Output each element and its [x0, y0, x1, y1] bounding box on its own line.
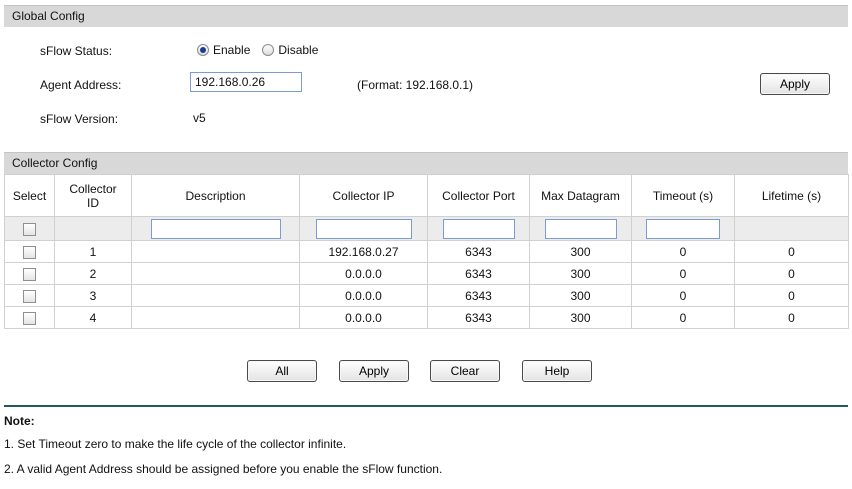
global-config-title: Global Config: [12, 9, 85, 23]
collector-port-cell: 6343: [427, 284, 530, 307]
collector-id-cell: 1: [54, 240, 132, 263]
sflow-status-radio-group: Enable Disable: [197, 43, 318, 57]
select-all-checkbox[interactable]: [23, 222, 36, 236]
sflow-status-label: sFlow Status:: [40, 44, 113, 58]
enable-radio-label[interactable]: Enable: [213, 43, 250, 57]
max-datagram-cell: 300: [529, 306, 632, 329]
help-button[interactable]: Help: [522, 360, 592, 382]
sflow-version-label: sFlow Version:: [40, 112, 119, 126]
lifetime-cell: 0: [734, 306, 849, 329]
column-header-collector-port: Collector Port: [427, 174, 530, 217]
agent-address-format-hint: (Format: 192.168.0.1): [357, 78, 474, 92]
filter-timeout-cell: [631, 216, 735, 241]
timeout-cell: 0: [631, 284, 735, 307]
agent-address-input[interactable]: [190, 72, 302, 92]
max-datagram-cell: 300: [529, 284, 632, 307]
row-select-cell: [4, 240, 55, 263]
filter-collector-port-cell: [427, 216, 530, 241]
max-datagram-input[interactable]: [544, 218, 617, 239]
sflow-version-value: v5: [193, 111, 206, 125]
collector-filter-row: [4, 216, 849, 241]
column-header-timeout: Timeout (s): [631, 174, 735, 217]
timeout-cell: 0: [631, 240, 735, 263]
column-header-collector-ip: Collector IP: [299, 174, 428, 217]
max-datagram-cell: 300: [529, 240, 632, 263]
description-cell: [131, 306, 300, 329]
filter-max-datagram-cell: [529, 216, 632, 241]
collector-id-cell: 4: [54, 306, 132, 329]
collector-ip-cell: 0.0.0.0: [299, 284, 428, 307]
collector-port-cell: 6343: [427, 262, 530, 285]
table-row: 2 0.0.0.0 6343 300 0 0: [4, 262, 849, 285]
collector-id-cell: 3: [54, 284, 132, 307]
clear-button[interactable]: Clear: [430, 360, 500, 382]
description-cell: [131, 284, 300, 307]
table-row: 4 0.0.0.0 6343 300 0 0: [4, 306, 849, 329]
note-line-1: 1. Set Timeout zero to make the life cyc…: [4, 437, 347, 451]
disable-radio[interactable]: [262, 44, 275, 56]
timeout-input[interactable]: [646, 218, 720, 239]
collector-config-title: Collector Config: [12, 156, 98, 170]
row-checkbox[interactable]: [23, 267, 36, 281]
collector-port-cell: 6343: [427, 240, 530, 263]
note-divider: [4, 405, 848, 407]
timeout-cell: 0: [631, 306, 735, 329]
note-title: Note:: [4, 414, 35, 428]
collector-port-cell: 6343: [427, 306, 530, 329]
max-datagram-cell: 300: [529, 262, 632, 285]
collector-port-input[interactable]: [442, 218, 515, 239]
table-row: 3 0.0.0.0 6343 300 0 0: [4, 284, 849, 307]
agent-address-label: Agent Address:: [40, 78, 122, 92]
filter-lifetime-cell: [734, 216, 849, 241]
column-header-collector-id-text: Collector ID: [69, 181, 117, 210]
timeout-cell: 0: [631, 262, 735, 285]
collector-ip-input[interactable]: [315, 218, 412, 239]
global-apply-button[interactable]: Apply: [760, 73, 830, 95]
column-header-description: Description: [131, 174, 300, 217]
row-select-cell: [4, 262, 55, 285]
lifetime-cell: 0: [734, 240, 849, 263]
column-header-collector-id: Collector ID: [54, 174, 132, 217]
description-input[interactable]: [150, 218, 281, 239]
filter-select-cell: [4, 216, 55, 241]
all-button[interactable]: All: [247, 360, 317, 382]
filter-collector-id-cell: [54, 216, 132, 241]
global-config-header: Global Config: [4, 5, 848, 27]
collector-config-header: Collector Config: [4, 152, 848, 174]
collector-ip-cell: 0.0.0.0: [299, 306, 428, 329]
row-checkbox[interactable]: [23, 311, 36, 325]
description-cell: [131, 240, 300, 263]
row-select-cell: [4, 284, 55, 307]
filter-collector-ip-cell: [299, 216, 428, 241]
row-select-cell: [4, 306, 55, 329]
column-header-select: Select: [4, 174, 55, 217]
collector-table-header: Select Collector ID Description Collecto…: [4, 174, 849, 217]
lifetime-cell: 0: [734, 262, 849, 285]
description-cell: [131, 262, 300, 285]
column-header-max-datagram: Max Datagram: [529, 174, 632, 217]
column-header-lifetime: Lifetime (s): [734, 174, 849, 217]
lifetime-cell: 0: [734, 284, 849, 307]
disable-radio-label[interactable]: Disable: [278, 43, 318, 57]
enable-radio[interactable]: [197, 44, 209, 56]
note-line-2: 2. A valid Agent Address should be assig…: [4, 462, 443, 476]
collector-apply-button[interactable]: Apply: [339, 360, 409, 382]
table-row: 1 192.168.0.27 6343 300 0 0: [4, 240, 849, 263]
collector-ip-cell: 0.0.0.0: [299, 262, 428, 285]
collector-ip-cell: 192.168.0.27: [299, 240, 428, 263]
row-checkbox[interactable]: [23, 245, 36, 259]
collector-id-cell: 2: [54, 262, 132, 285]
collector-table: Select Collector ID Description Collecto…: [4, 174, 849, 329]
filter-description-cell: [131, 216, 300, 241]
row-checkbox[interactable]: [23, 289, 36, 303]
